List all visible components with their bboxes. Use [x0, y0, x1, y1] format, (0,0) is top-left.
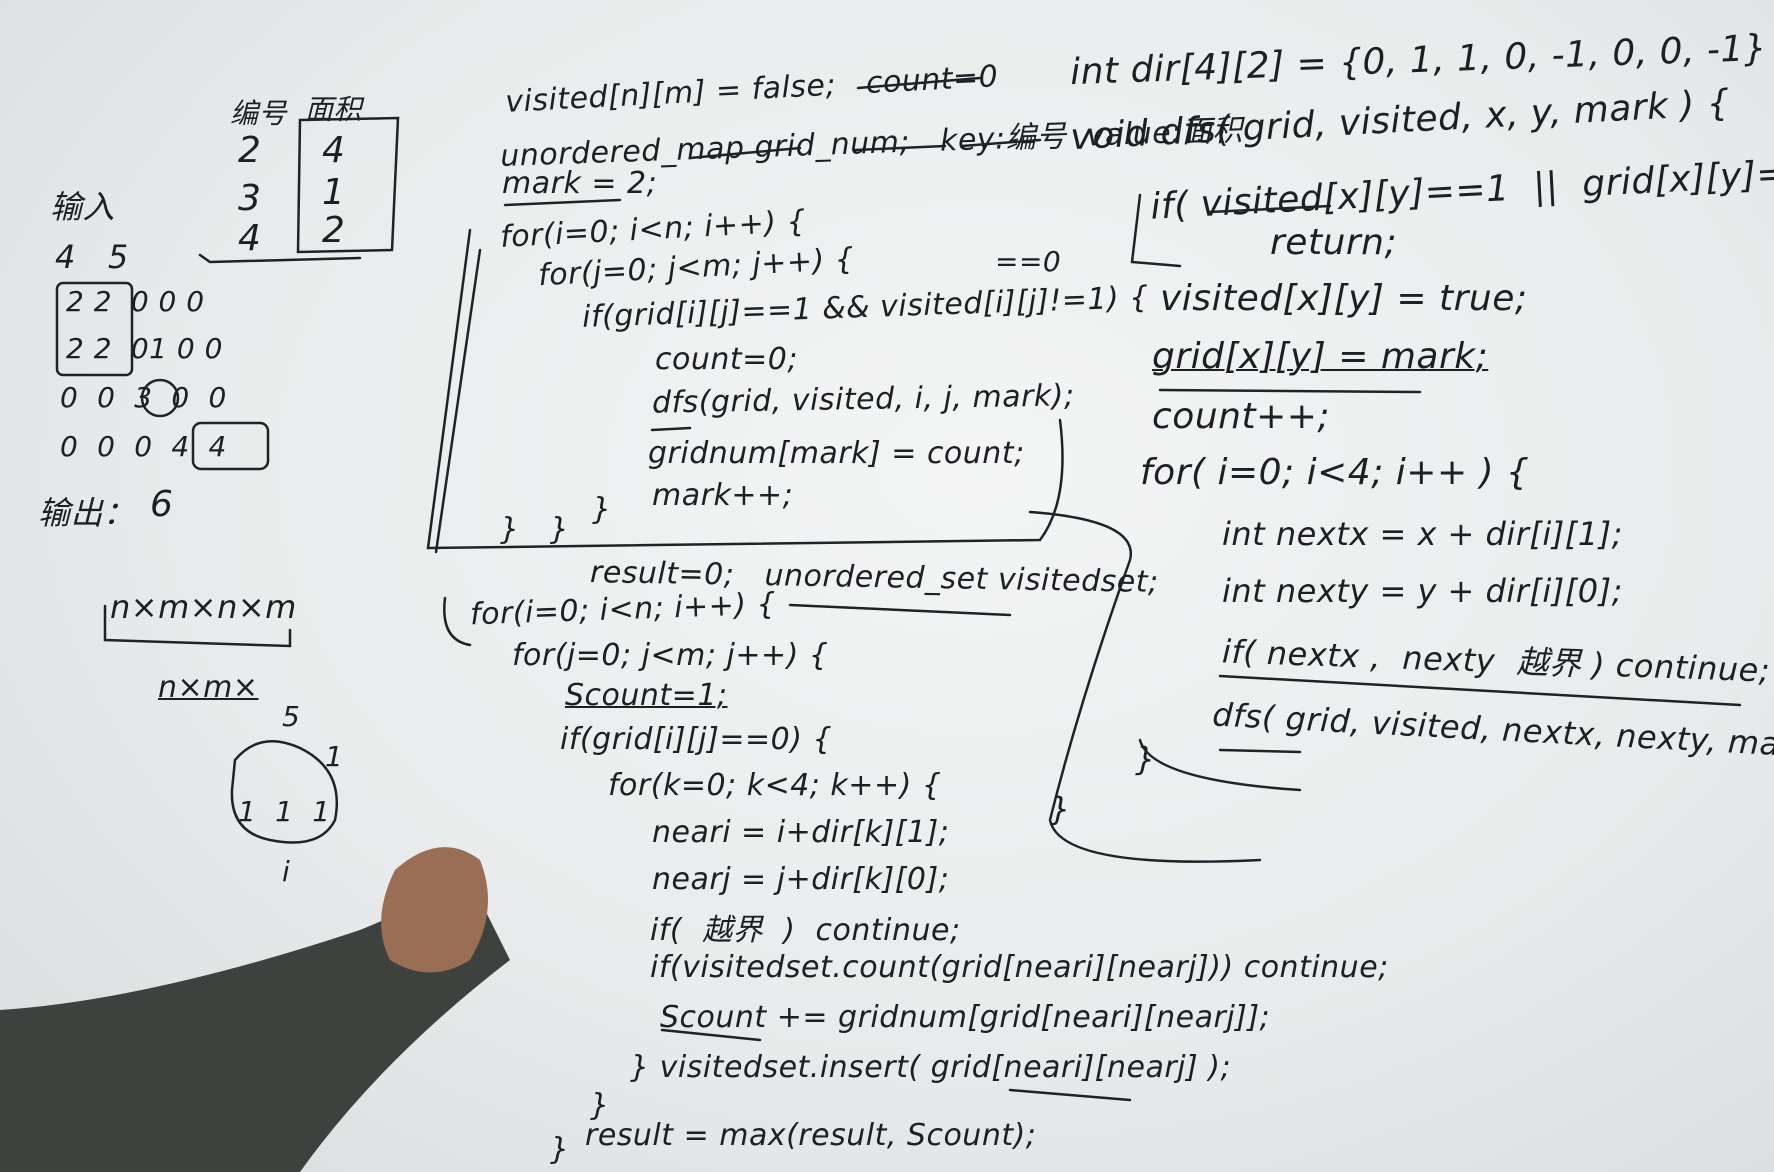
underline-outofbounds [1218, 674, 1742, 707]
loop1-bracket-2 [434, 248, 482, 554]
underline-value [960, 138, 1042, 148]
underline-key [853, 144, 947, 152]
marker-strokes [0, 76, 1742, 1172]
sketch-blob [230, 740, 339, 844]
underline-dfs-recursive [1218, 748, 1302, 754]
underline-scount [660, 1028, 762, 1042]
island-box-4 [191, 421, 270, 471]
loop1-bracket [426, 228, 1064, 550]
island-box-2 [55, 281, 134, 377]
underline-insert [1008, 1088, 1132, 1102]
underline-gridnum [688, 146, 802, 160]
complexity-bracket [103, 604, 292, 648]
underline-mark [503, 198, 622, 207]
underline-count [856, 76, 982, 90]
underline-visitedset [788, 603, 1012, 617]
underline-visited-xy [1208, 204, 1332, 214]
dfs-bracket [1130, 193, 1182, 268]
table-underline [198, 253, 362, 264]
loop2-bracket [443, 596, 472, 647]
area-box [296, 116, 400, 254]
island-circle-3 [140, 378, 180, 418]
call-curve [1028, 510, 1262, 863]
underline-grid-mark [1158, 388, 1422, 394]
underline-dfs-call [650, 426, 692, 432]
whiteboard: 编号 面积 2 3 4 4 1 2 输入 4 5 2 2 0 0 0 2 2 0… [0, 0, 1774, 1172]
presenter-arm [0, 847, 510, 1172]
dfs-lower-bracket [1138, 738, 1302, 792]
